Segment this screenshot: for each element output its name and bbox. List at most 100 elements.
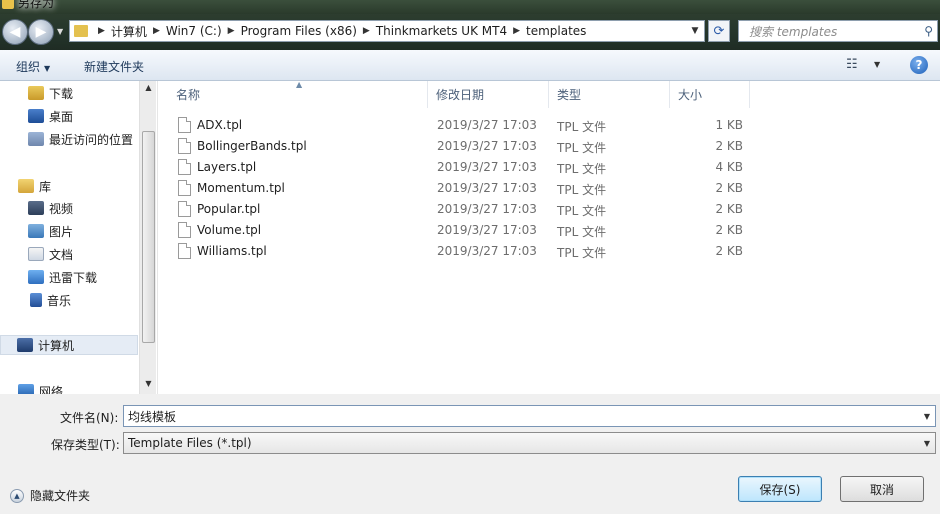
filename-label: 文件名(N): bbox=[60, 411, 119, 425]
arrow-left-icon: ◀ bbox=[9, 24, 21, 40]
file-icon bbox=[178, 159, 191, 175]
file-size: 2 KB bbox=[715, 139, 743, 153]
scrollbar-thumb[interactable] bbox=[142, 131, 155, 343]
file-icon bbox=[178, 201, 191, 217]
navigation-pane: 下载 桌面 最近访问的位置 库 视频 图片 文档 迅雷下载 音乐 计算机 网络 bbox=[0, 81, 157, 394]
help-icon[interactable]: ? bbox=[910, 56, 928, 74]
file-row[interactable]: Williams.tpl 2019/3/27 17:03 TPL 文件 2 KB bbox=[176, 241, 756, 262]
music-library-icon bbox=[30, 293, 42, 307]
nav-item-network[interactable]: 网络 bbox=[18, 381, 63, 394]
navigation-scrollbar[interactable]: ▲ ▼ bbox=[139, 81, 156, 394]
scroll-up-icon[interactable]: ▲ bbox=[140, 83, 157, 92]
cancel-button[interactable]: 取消 bbox=[840, 476, 924, 502]
nav-item-desktop[interactable]: 桌面 bbox=[28, 106, 73, 126]
search-icon[interactable]: ⚲ bbox=[924, 24, 933, 38]
save-button-label: 保存(S) bbox=[759, 482, 801, 497]
file-modified: 2019/3/27 17:03 bbox=[437, 244, 537, 258]
chevron-right-icon[interactable]: ▶ bbox=[228, 26, 235, 36]
address-bar-area: ◀ ▶ ▼ ▶ 计算机 ▶ Win7 (C:) ▶ Program Files … bbox=[0, 14, 940, 50]
chevron-down-icon[interactable]: ▼ bbox=[919, 412, 935, 421]
file-size: 4 KB bbox=[715, 160, 743, 174]
recent-pages-dropdown-icon[interactable]: ▼ bbox=[57, 27, 63, 36]
breadcrumb-templates[interactable]: templates bbox=[526, 24, 586, 38]
breadcrumb-drive-c[interactable]: Win7 (C:) bbox=[166, 24, 222, 38]
view-dropdown-icon[interactable]: ▼ bbox=[874, 60, 880, 69]
nav-item-label: 图片 bbox=[49, 224, 74, 239]
file-type: TPL 文件 bbox=[557, 246, 607, 260]
file-size: 2 KB bbox=[715, 223, 743, 237]
forward-button[interactable]: ▶ bbox=[28, 19, 54, 45]
window-title: 另存为 bbox=[18, 0, 55, 10]
arrow-right-icon: ▶ bbox=[35, 24, 47, 40]
view-options-icon[interactable]: ☷ bbox=[846, 57, 858, 72]
organize-menu[interactable]: 组织 ▼ bbox=[16, 58, 50, 75]
file-row[interactable]: Layers.tpl 2019/3/27 17:03 TPL 文件 4 KB bbox=[176, 157, 756, 178]
file-row[interactable]: Volume.tpl 2019/3/27 17:03 TPL 文件 2 KB bbox=[176, 220, 756, 241]
app-icon bbox=[2, 0, 14, 9]
column-header-label: 大小 bbox=[678, 88, 703, 102]
file-name: Williams.tpl bbox=[197, 244, 267, 258]
back-button[interactable]: ◀ bbox=[2, 19, 28, 45]
nav-item-xunlei[interactable]: 迅雷下载 bbox=[28, 267, 97, 287]
filetype-label: 保存类型(T): bbox=[51, 438, 120, 452]
hide-folders-toggle[interactable]: ▲ 隐藏文件夹 bbox=[10, 487, 90, 504]
chevron-right-icon[interactable]: ▶ bbox=[513, 26, 520, 36]
title-bar: 另存为 bbox=[0, 0, 940, 14]
file-size: 2 KB bbox=[715, 202, 743, 216]
chevron-right-icon[interactable]: ▶ bbox=[153, 26, 160, 36]
nav-item-documents[interactable]: 文档 bbox=[28, 244, 73, 264]
nav-item-label: 桌面 bbox=[49, 109, 74, 124]
desktop-icon bbox=[28, 109, 44, 123]
nav-item-libraries[interactable]: 库 bbox=[18, 176, 51, 196]
file-modified: 2019/3/27 17:03 bbox=[437, 160, 537, 174]
chevron-right-icon[interactable]: ▶ bbox=[98, 26, 105, 36]
download-folder-icon bbox=[28, 86, 44, 100]
chevron-down-icon[interactable]: ▼ bbox=[919, 439, 935, 448]
nav-item-recent[interactable]: 最近访问的位置 bbox=[28, 129, 133, 149]
column-header-modified[interactable]: 修改日期 bbox=[428, 81, 549, 108]
breadcrumb-thinkmarkets[interactable]: Thinkmarkets UK MT4 bbox=[376, 24, 507, 38]
breadcrumb[interactable]: ▶ 计算机 ▶ Win7 (C:) ▶ Program Files (x86) … bbox=[69, 20, 705, 42]
filetype-value: Template Files (*.tpl) bbox=[128, 436, 252, 450]
save-button[interactable]: 保存(S) bbox=[738, 476, 822, 502]
library-icon bbox=[18, 179, 34, 193]
chevron-right-icon[interactable]: ▶ bbox=[363, 26, 370, 36]
column-header-name[interactable]: ▲ 名称 bbox=[158, 80, 428, 108]
cancel-button-label: 取消 bbox=[869, 482, 894, 497]
filetype-select[interactable]: Template Files (*.tpl) ▼ bbox=[123, 432, 936, 454]
nav-item-downloads[interactable]: 下载 bbox=[28, 83, 73, 103]
breadcrumb-computer[interactable]: 计算机 bbox=[111, 23, 147, 40]
file-icon bbox=[178, 222, 191, 238]
network-icon bbox=[18, 384, 34, 394]
address-dropdown-icon[interactable]: ▼ bbox=[686, 26, 704, 36]
chevron-down-icon: ▼ bbox=[44, 64, 51, 73]
filename-input[interactable]: 均线模板 ▼ bbox=[123, 405, 936, 427]
refresh-button[interactable]: ⟳ bbox=[708, 20, 730, 42]
column-header-label: 名称 bbox=[176, 88, 201, 102]
file-row[interactable]: Popular.tpl 2019/3/27 17:03 TPL 文件 2 KB bbox=[176, 199, 756, 220]
folder-icon bbox=[74, 25, 88, 37]
file-type: TPL 文件 bbox=[557, 225, 607, 239]
column-header-type[interactable]: 类型 bbox=[549, 81, 670, 108]
column-header-size[interactable]: 大小 bbox=[670, 81, 750, 108]
new-folder-button[interactable]: 新建文件夹 bbox=[84, 58, 144, 75]
nav-item-pictures[interactable]: 图片 bbox=[28, 221, 73, 241]
scroll-down-icon[interactable]: ▼ bbox=[140, 379, 157, 388]
video-library-icon bbox=[28, 201, 44, 215]
nav-item-label: 音乐 bbox=[47, 293, 72, 308]
nav-item-music[interactable]: 音乐 bbox=[30, 290, 71, 310]
file-icon bbox=[178, 180, 191, 196]
file-row[interactable]: ADX.tpl 2019/3/27 17:03 TPL 文件 1 KB bbox=[176, 115, 756, 136]
file-row[interactable]: BollingerBands.tpl 2019/3/27 17:03 TPL 文… bbox=[176, 136, 756, 157]
nav-item-computer[interactable]: 计算机 bbox=[0, 335, 138, 355]
file-type: TPL 文件 bbox=[557, 183, 607, 197]
nav-item-label: 迅雷下载 bbox=[49, 270, 98, 285]
file-name: Popular.tpl bbox=[197, 202, 261, 216]
file-row[interactable]: Momentum.tpl 2019/3/27 17:03 TPL 文件 2 KB bbox=[176, 178, 756, 199]
nav-item-label: 视频 bbox=[49, 201, 74, 216]
breadcrumb-program-files[interactable]: Program Files (x86) bbox=[241, 24, 357, 38]
save-form: 文件名(N): 均线模板 ▼ 保存类型(T): Template Files (… bbox=[0, 394, 940, 514]
search-input[interactable]: 搜索 templates ⚲ bbox=[738, 20, 938, 42]
nav-item-videos[interactable]: 视频 bbox=[28, 198, 73, 218]
column-header-label: 修改日期 bbox=[436, 88, 485, 102]
